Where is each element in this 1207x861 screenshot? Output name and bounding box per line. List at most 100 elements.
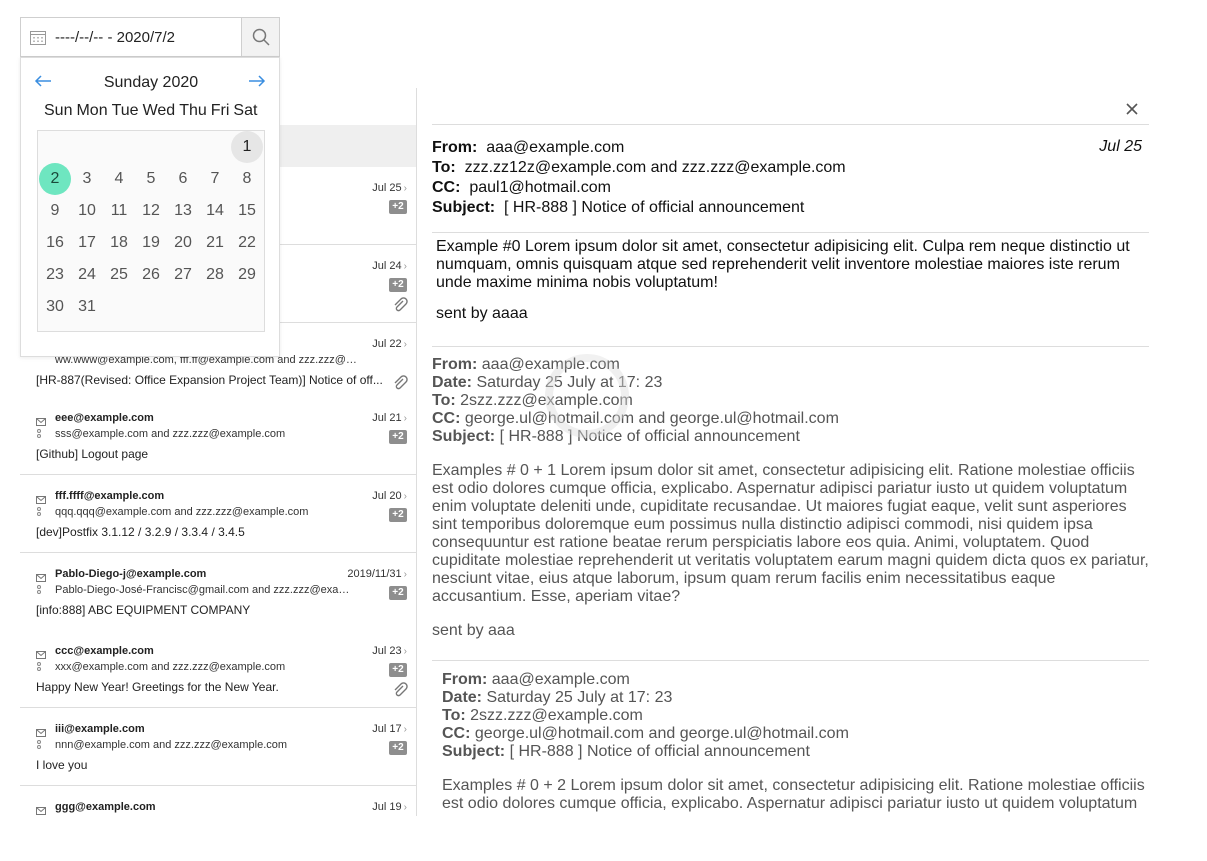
calendar-day[interactable]: 30 — [39, 291, 71, 323]
chevron-right-icon: › — [403, 724, 407, 735]
sender-address: iii@example.com — [55, 723, 145, 735]
calendar-day[interactable]: 26 — [135, 259, 167, 291]
chevron-right-icon: › — [403, 339, 407, 350]
list-item[interactable]: eee@example.com sss@example.com and zzz.z… — [20, 397, 416, 475]
subject-text: [info:888] ABC EQUIPMENT COMPANY — [36, 603, 251, 617]
calendar-day[interactable]: 15 — [231, 195, 263, 227]
calendar-day[interactable]: 23 — [39, 259, 71, 291]
chevron-right-icon: › — [403, 413, 407, 424]
date-value: Jul 24 — [372, 260, 402, 272]
list-item[interactable]: fff.ffff@example.com qqq.qqq@example.com … — [20, 475, 416, 553]
message-signature: sent by aaaa — [436, 305, 528, 322]
cc-addresses[interactable]: george.ul@hotmail.com and george.ul@hotm… — [475, 725, 849, 742]
date-picker-popup: Sunday 2020 Sun Mon Tue Wed Thu Fri Sat 123456… — [20, 57, 280, 357]
weekday-label: Sun — [44, 102, 73, 119]
divider — [432, 660, 1149, 661]
calendar-day[interactable]: 11 — [103, 195, 135, 227]
calendar-day[interactable]: 18 — [103, 227, 135, 259]
paperclip-icon — [392, 375, 408, 396]
subject-line: Subject: [ HR-888 ] Notice of official a… — [432, 198, 1149, 218]
subject-label: Subject: — [442, 743, 506, 760]
calendar-day[interactable]: 13 — [167, 195, 199, 227]
calendar-day[interactable]: 2 — [39, 163, 71, 195]
calendar-day[interactable]: 22 — [231, 227, 263, 259]
calendar-day[interactable]: 20 — [167, 227, 199, 259]
close-button[interactable] — [1125, 102, 1139, 121]
from-line: From: aaa@example.com — [432, 138, 1149, 158]
recipients-text: Pablo-Diego-José-Francisc@gmail.com and … — [55, 584, 350, 596]
close-icon — [1126, 103, 1138, 115]
calendar-day[interactable]: 29 — [231, 259, 263, 291]
calendar-day[interactable]: 24 — [71, 259, 103, 291]
weekday-label: Mon — [76, 102, 108, 119]
calendar-day[interactable]: 3 — [71, 163, 103, 195]
list-item[interactable]: ccc@example.com xxx@example.com and zzz.z… — [20, 630, 416, 708]
weekday-label: Tue — [111, 102, 139, 119]
chevron-right-icon: › — [403, 646, 407, 657]
from-address[interactable]: aaa@example.com — [492, 671, 630, 688]
subject-text: I love you — [36, 758, 88, 772]
recipients-icon — [37, 584, 43, 594]
cc-label: CC: — [442, 725, 471, 742]
chevron-right-icon: › — [403, 261, 407, 272]
calendar-day[interactable]: 17 — [71, 227, 103, 259]
calendar-day[interactable]: 7 — [199, 163, 231, 195]
calendar-icon[interactable] — [21, 18, 55, 56]
to-addresses[interactable]: 2szz.zzz@example.com — [470, 707, 643, 724]
calendar-day[interactable]: 19 — [135, 227, 167, 259]
list-item[interactable]: Pablo-Diego-j@example.com Pablo-Diego-Jos… — [20, 553, 416, 631]
calendar-day[interactable]: 31 — [71, 291, 103, 323]
calendar-day[interactable]: 4 — [103, 163, 135, 195]
cc-addresses[interactable]: george.ul@hotmail.com and george.ul@hotm… — [465, 410, 839, 427]
paperclip-icon — [392, 297, 408, 318]
from-address[interactable]: aaa@example.com — [486, 139, 624, 156]
envelope-icon — [36, 802, 46, 816]
date-label: Date: — [432, 374, 473, 391]
recipient-count-badge: +2 — [389, 508, 407, 522]
date-value: Jul 21 — [372, 412, 402, 424]
calendar-day[interactable]: 9 — [39, 195, 71, 227]
calendar-day[interactable]: 6 — [167, 163, 199, 195]
calendar-day[interactable]: 8 — [231, 163, 263, 195]
date-text: Jul 21 › — [372, 412, 407, 424]
calendar-day[interactable]: 16 — [39, 227, 71, 259]
search-icon — [252, 28, 270, 46]
calendar-day[interactable]: 21 — [199, 227, 231, 259]
sender-address: fff.ffff@example.com — [55, 490, 165, 502]
recipients-text: nnn@example.com and zzz.zzz@example.com — [55, 739, 288, 751]
calendar-day[interactable]: 27 — [167, 259, 199, 291]
list-item[interactable]: iii@example.com nnn@example.com and zzz.z… — [20, 708, 416, 786]
calendar-title: Sunday 2020 — [103, 74, 199, 91]
recipient-count-badge: +2 — [389, 741, 407, 755]
date-line: Date: Saturday 25 July at 17: 23 — [432, 374, 1149, 392]
date-text: Jul 17 › — [372, 723, 407, 735]
quoted-body: Examples # 0 + 2 Lorem ipsum dolor sit a… — [442, 777, 1145, 812]
recipients-text: sss@example.com and zzz.zzz@example.com — [55, 428, 286, 440]
from-line: From: aaa@example.com — [432, 356, 1149, 374]
calendar-day[interactable]: 10 — [71, 195, 103, 227]
calendar-day[interactable]: 14 — [199, 195, 231, 227]
recipients-icon — [37, 506, 43, 516]
calendar-day[interactable]: 5 — [135, 163, 167, 195]
date-value: Jul 22 — [372, 338, 402, 350]
sender-address: Pablo-Diego-j@example.com — [55, 568, 207, 580]
recipient-count-badge: +2 — [389, 430, 407, 444]
search-button[interactable] — [241, 18, 279, 56]
next-month-button[interactable] — [248, 71, 266, 94]
calendar-day[interactable]: 12 — [135, 195, 167, 227]
to-line: To: zzz.zz12z@example.com and zzz.zzz@ex… — [432, 158, 1149, 178]
date-value: Jul 19 — [372, 801, 402, 813]
calendar-day[interactable]: 1 — [231, 131, 263, 163]
cc-line: CC: george.ul@hotmail.com and george.ul@… — [432, 410, 1149, 428]
to-addresses[interactable]: zzz.zz12z@example.com and zzz.zzz@exampl… — [465, 159, 846, 176]
list-item[interactable]: ggg@example.com Jul 19 › — [20, 786, 416, 816]
calendar-day[interactable]: 25 — [103, 259, 135, 291]
date-range-input[interactable] — [55, 18, 241, 56]
to-label: To: — [432, 159, 456, 176]
subject-label: Subject: — [432, 428, 496, 445]
cc-address[interactable]: paul1@hotmail.com — [469, 179, 611, 196]
date-text: Jul 19 › — [372, 801, 407, 813]
to-line: To: 2szz.zzz@example.com — [432, 392, 1149, 410]
calendar-day[interactable]: 28 — [199, 259, 231, 291]
subject-line: Subject: [ HR-888 ] Notice of official a… — [432, 428, 1149, 446]
